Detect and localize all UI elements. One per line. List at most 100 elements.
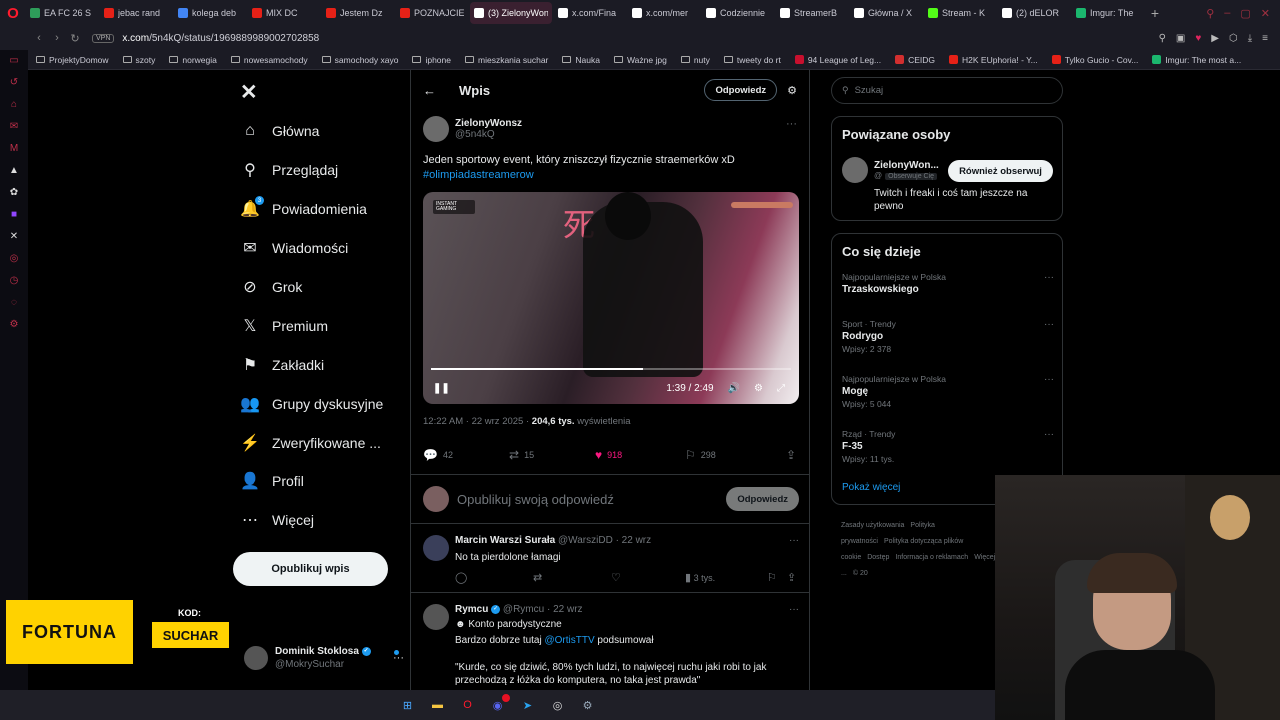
- search-input[interactable]: ⚲ Szukaj: [831, 77, 1063, 104]
- discord-icon[interactable]: ◉: [490, 694, 510, 713]
- video-progress-bar[interactable]: [431, 368, 791, 370]
- browser-tab[interactable]: StreamerB: [776, 2, 848, 24]
- back-arrow-icon[interactable]: ←: [423, 83, 443, 98]
- reply-more-icon[interactable]: ···: [789, 604, 799, 615]
- bookmark-item[interactable]: nowesamochody: [230, 55, 308, 65]
- reply-author-handle[interactable]: @WarsziDD: [558, 535, 613, 546]
- views-item[interactable]: ▮ 3 tys.: [685, 571, 767, 584]
- file-explorer-icon[interactable]: ▬: [430, 697, 446, 713]
- browser-tab[interactable]: EA FC 26 S: [26, 2, 98, 24]
- browser-tab[interactable]: x.com/Fina: [554, 2, 626, 24]
- bookmark-button[interactable]: ⚐ 298: [685, 448, 775, 462]
- new-tab-button[interactable]: +: [1146, 5, 1164, 21]
- avatar[interactable]: [423, 604, 449, 630]
- show-more-link[interactable]: Pokaż więcej: [842, 482, 900, 493]
- x-logo-icon[interactable]: ✕: [240, 80, 258, 105]
- volume-icon[interactable]: 🔊: [728, 383, 740, 394]
- pause-icon[interactable]: ❚❚: [433, 383, 450, 394]
- nav-item-more[interactable]: ⋯ Więcej: [240, 501, 383, 540]
- snapshot-icon[interactable]: ▣: [1176, 33, 1185, 44]
- bookmark-item[interactable]: mieszkania suchar: [465, 55, 548, 65]
- trend-more-icon[interactable]: ···: [1044, 272, 1054, 283]
- bookmark-item[interactable]: Nauka: [562, 55, 600, 65]
- search-tabs-icon[interactable]: ⚲: [1206, 7, 1214, 20]
- bookmark-item[interactable]: tweety do rt: [723, 55, 781, 65]
- related-name[interactable]: ZielonyWon...: [874, 160, 939, 171]
- avatar[interactable]: [423, 116, 449, 142]
- reply-author-name[interactable]: Marcin Warszi Surała: [455, 535, 555, 546]
- reply-date[interactable]: · 22 wrz: [613, 535, 652, 546]
- bookmark-item[interactable]: ProjektyDomow: [36, 55, 109, 65]
- reply-date[interactable]: · 22 wrz: [544, 604, 583, 615]
- nav-item-home[interactable]: ⌂ Główna: [240, 112, 383, 151]
- bookmark-item[interactable]: H2K EUphoria! - Y...: [949, 55, 1038, 65]
- list-item[interactable]: Rymcu ✓ @Rymcu · 22 wrz ··· ☻ Konto paro…: [411, 594, 809, 690]
- extensions-icon[interactable]: ⬡: [1229, 33, 1238, 44]
- share-icon[interactable]: ⇪: [787, 571, 796, 584]
- arrow-icon[interactable]: ▲: [8, 164, 20, 176]
- follow-back-button[interactable]: Również obserwuj: [948, 160, 1053, 182]
- browser-tab[interactable]: kolega deb: [174, 2, 246, 24]
- video-player[interactable]: 死 INSTANT GAMING ❚❚ 1:39 / 2:49 🔊 ⚙ ⤢: [423, 192, 799, 404]
- nav-item-notifications[interactable]: 🔔 3 Powiadomienia: [240, 190, 383, 229]
- share-button[interactable]: ⇪: [786, 448, 801, 462]
- bookmark-item[interactable]: iphone: [412, 55, 451, 65]
- reply-author-handle[interactable]: @Rymcu: [503, 604, 544, 615]
- messenger-icon[interactable]: ✉: [8, 120, 20, 132]
- steam-icon[interactable]: ⚙: [580, 697, 596, 713]
- footer-link[interactable]: Dostęp: [867, 554, 889, 561]
- x-sidebar-icon[interactable]: ✕: [8, 230, 20, 242]
- author-handle[interactable]: @5n4kQ: [455, 129, 522, 140]
- browser-tab[interactable]: x.com/mer: [628, 2, 700, 24]
- nav-item-bookmarks[interactable]: ⚑ Zakładki: [240, 345, 383, 384]
- account-switcher[interactable]: Dominik Stoklosa ✓ @MokrySuchar ···: [244, 642, 404, 674]
- hashtag-link[interactable]: #olimpiadastreamerow: [423, 168, 803, 183]
- reply-author-name[interactable]: Rymcu: [455, 604, 488, 615]
- bookmark-item[interactable]: Imgur: The most a...: [1152, 55, 1241, 65]
- chatgpt-icon[interactable]: ✿: [8, 186, 20, 198]
- tweet-time[interactable]: 12:22 AM · 22 wrz 2025 ·: [423, 416, 532, 427]
- video-settings-icon[interactable]: ⚙: [754, 383, 763, 394]
- trend-item[interactable]: Rząd · Trendy F-35 Wpisy: 11 tys. ···: [842, 429, 1054, 464]
- reply-header-button[interactable]: Odpowiedz: [704, 79, 778, 101]
- bookmark-item[interactable]: samochody xayo: [321, 55, 398, 65]
- nav-item-messages[interactable]: ✉ Wiadomości: [240, 229, 383, 268]
- nav-item-profile[interactable]: 👤 Profil: [240, 462, 383, 501]
- menu-icon[interactable]: ≡: [1262, 33, 1268, 44]
- trend-more-icon[interactable]: ···: [1044, 429, 1054, 440]
- obs-icon[interactable]: ◎: [550, 697, 566, 713]
- download-icon[interactable]: ⤓: [1248, 33, 1252, 44]
- browser-tab[interactable]: Stream - K: [924, 2, 996, 24]
- windows-start-icon[interactable]: ⊞: [400, 697, 416, 713]
- browser-tab[interactable]: Główna / X: [850, 2, 922, 24]
- nav-item-premium[interactable]: 𝕏 Premium: [240, 306, 383, 345]
- vpn-badge[interactable]: VPN: [92, 33, 115, 43]
- retweet-button[interactable]: ⇄ 15: [509, 448, 595, 462]
- bookmark-item[interactable]: szoty: [122, 55, 155, 65]
- fullscreen-icon[interactable]: ⤢: [777, 383, 785, 394]
- reply-more-icon[interactable]: ···: [789, 535, 799, 546]
- reply-submit-button[interactable]: Odpowiedz: [726, 487, 799, 511]
- wallet-icon[interactable]: ⌂: [8, 98, 20, 110]
- trend-item[interactable]: Najpopularniejsze w Polska Mogę Wpisy: 5 0…: [842, 374, 1054, 409]
- trend-item[interactable]: Sport · Trendy Rodrygo Wpisy: 2 378 ···: [842, 319, 1054, 354]
- clock-icon[interactable]: ◷: [8, 274, 20, 286]
- gear-icon[interactable]: ⚙: [8, 318, 20, 330]
- post-button[interactable]: Opublikuj wpis: [233, 552, 388, 586]
- settings-icon[interactable]: ◎: [8, 252, 20, 264]
- reply-icon[interactable]: ◯: [455, 571, 533, 584]
- nav-item-verified[interactable]: ⚡ Zweryfikowane ...: [240, 423, 383, 462]
- minimize-icon[interactable]: –: [1224, 7, 1230, 20]
- browser-tab[interactable]: Imgur: The: [1072, 2, 1144, 24]
- messenger-icon[interactable]: ➤: [520, 697, 536, 713]
- footer-link[interactable]: Informacja o reklamach: [895, 554, 968, 561]
- bookmark-item[interactable]: nuty: [680, 55, 710, 65]
- opera-logo-icon[interactable]: O: [0, 0, 26, 26]
- retweet-icon[interactable]: ⇄: [533, 571, 611, 584]
- bookmark-item[interactable]: Tylko Gucio - Cov...: [1051, 55, 1138, 65]
- related-handle[interactable]: @: [874, 171, 882, 180]
- gmail-icon[interactable]: M: [8, 142, 20, 154]
- avatar[interactable]: [842, 157, 868, 183]
- browser-tab[interactable]: POZNAJCIE: [396, 2, 468, 24]
- trend-item[interactable]: Najpopularniejsze w Polska Trzaskowskiego…: [842, 272, 1054, 295]
